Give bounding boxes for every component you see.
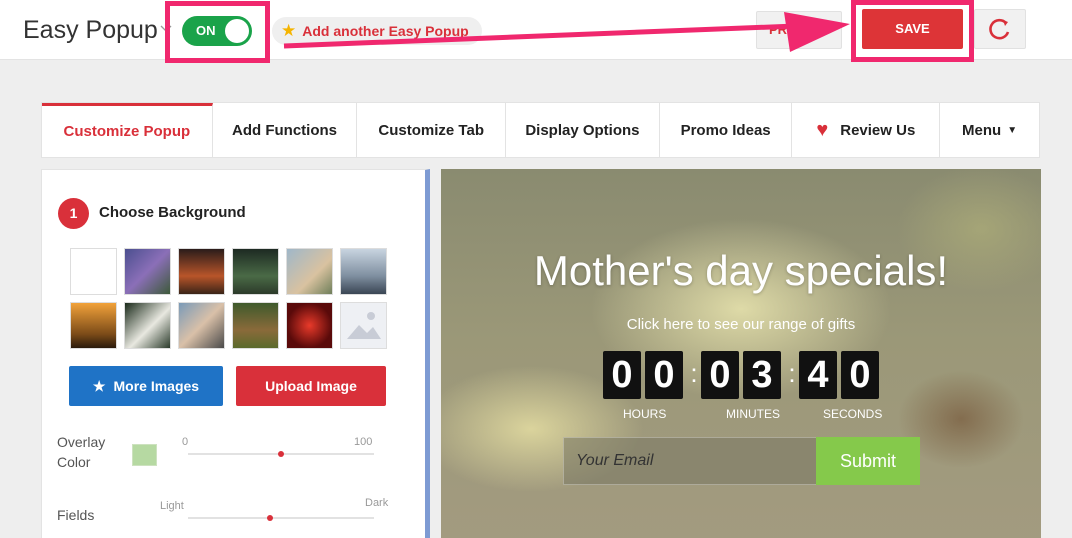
star-icon: ★	[281, 21, 297, 40]
overlay-label-line1: Overlay	[57, 434, 106, 450]
popup-subtitle[interactable]: Click here to see our range of gifts	[441, 316, 1041, 333]
tab-customize-tab[interactable]: Customize Tab	[357, 103, 507, 157]
tab-promo-ideas[interactable]: Promo Ideas	[660, 103, 793, 157]
refresh-button[interactable]	[974, 9, 1026, 49]
minutes-digit: 3	[743, 351, 781, 399]
fields-slider[interactable]	[188, 517, 374, 519]
hours-digit: 0	[645, 351, 683, 399]
background-thumbnail[interactable]	[178, 302, 225, 349]
tab-menu[interactable]: Menu ▼	[940, 103, 1039, 157]
caret-down-icon: ▼	[1007, 124, 1018, 136]
overlay-slider-handle[interactable]	[278, 451, 284, 457]
background-thumbnail[interactable]	[70, 248, 117, 295]
toggle-highlight-box	[165, 1, 270, 63]
background-thumbnail[interactable]	[70, 302, 117, 349]
background-thumbnail[interactable]	[232, 248, 279, 295]
minutes-label: MINUTES	[726, 407, 780, 421]
countdown-colon: :	[788, 358, 796, 388]
tab-add-functions[interactable]: Add Functions	[213, 103, 358, 157]
overlay-min-label: 0	[182, 436, 189, 448]
fields-slider-handle[interactable]	[266, 515, 273, 521]
background-thumbnail[interactable]	[232, 302, 279, 349]
email-field[interactable]: Your Email	[563, 437, 817, 485]
fields-label: Fields	[57, 507, 95, 523]
background-thumbnail[interactable]	[178, 248, 225, 295]
background-thumbnail[interactable]	[340, 248, 387, 295]
image-placeholder-icon[interactable]	[340, 302, 387, 349]
more-images-button[interactable]: ★ More Images	[69, 366, 223, 406]
tab-customize-popup[interactable]: Customize Popup	[42, 103, 213, 157]
background-panel: 1 Choose Background ★ More Images Upload…	[41, 169, 430, 538]
seconds-label: SECONDS	[823, 407, 883, 421]
fields-max-label: Dark	[365, 497, 389, 509]
tab-review-us-label: Review Us	[840, 121, 916, 139]
more-images-label: More Images	[113, 378, 200, 394]
seconds-digit: 4	[799, 351, 837, 399]
heart-icon: ♥	[816, 118, 829, 141]
star-icon: ★	[92, 377, 106, 394]
submit-button[interactable]: Submit	[816, 437, 920, 485]
background-thumbnail[interactable]	[124, 248, 171, 295]
add-popup-label: Add another Easy Popup	[302, 23, 469, 39]
upload-image-button[interactable]: Upload Image	[236, 366, 386, 406]
save-highlight-box	[851, 0, 974, 62]
fields-min-label: Light	[160, 500, 184, 512]
tab-display-options[interactable]: Display Options	[506, 103, 660, 157]
app-title: Easy Popup	[23, 16, 158, 44]
step-title: Choose Background	[99, 204, 246, 221]
background-thumbnails	[70, 248, 390, 349]
popup-preview: Mother's day specials! Click here to see…	[441, 169, 1041, 538]
preview-button[interactable]: PREVIEW	[756, 11, 842, 49]
seconds-digit: 0	[841, 351, 879, 399]
hours-digit: 0	[603, 351, 641, 399]
background-thumbnail[interactable]	[124, 302, 171, 349]
tab-bar: Customize Popup Add Functions Customize …	[41, 102, 1040, 158]
overlay-color-swatch[interactable]	[132, 444, 157, 466]
background-thumbnail[interactable]	[286, 302, 333, 349]
countdown-colon: :	[690, 358, 698, 388]
tab-review-us[interactable]: ♥ Review Us	[792, 103, 941, 157]
background-thumbnail[interactable]	[286, 248, 333, 295]
hours-label: HOURS	[623, 407, 667, 421]
add-another-popup-button[interactable]: ★ Add another Easy Popup	[272, 17, 482, 45]
refresh-icon	[989, 18, 1010, 40]
countdown-timer: 0 0 : 0 3 : 4 0	[603, 351, 883, 399]
tab-menu-label: Menu	[962, 121, 1002, 139]
overlay-max-label: 100	[354, 436, 373, 448]
overlay-label-line2: Color	[57, 454, 91, 470]
step-number-badge: 1	[58, 198, 89, 229]
popup-title: Mother's day specials!	[533, 247, 949, 294]
minutes-digit: 0	[701, 351, 739, 399]
